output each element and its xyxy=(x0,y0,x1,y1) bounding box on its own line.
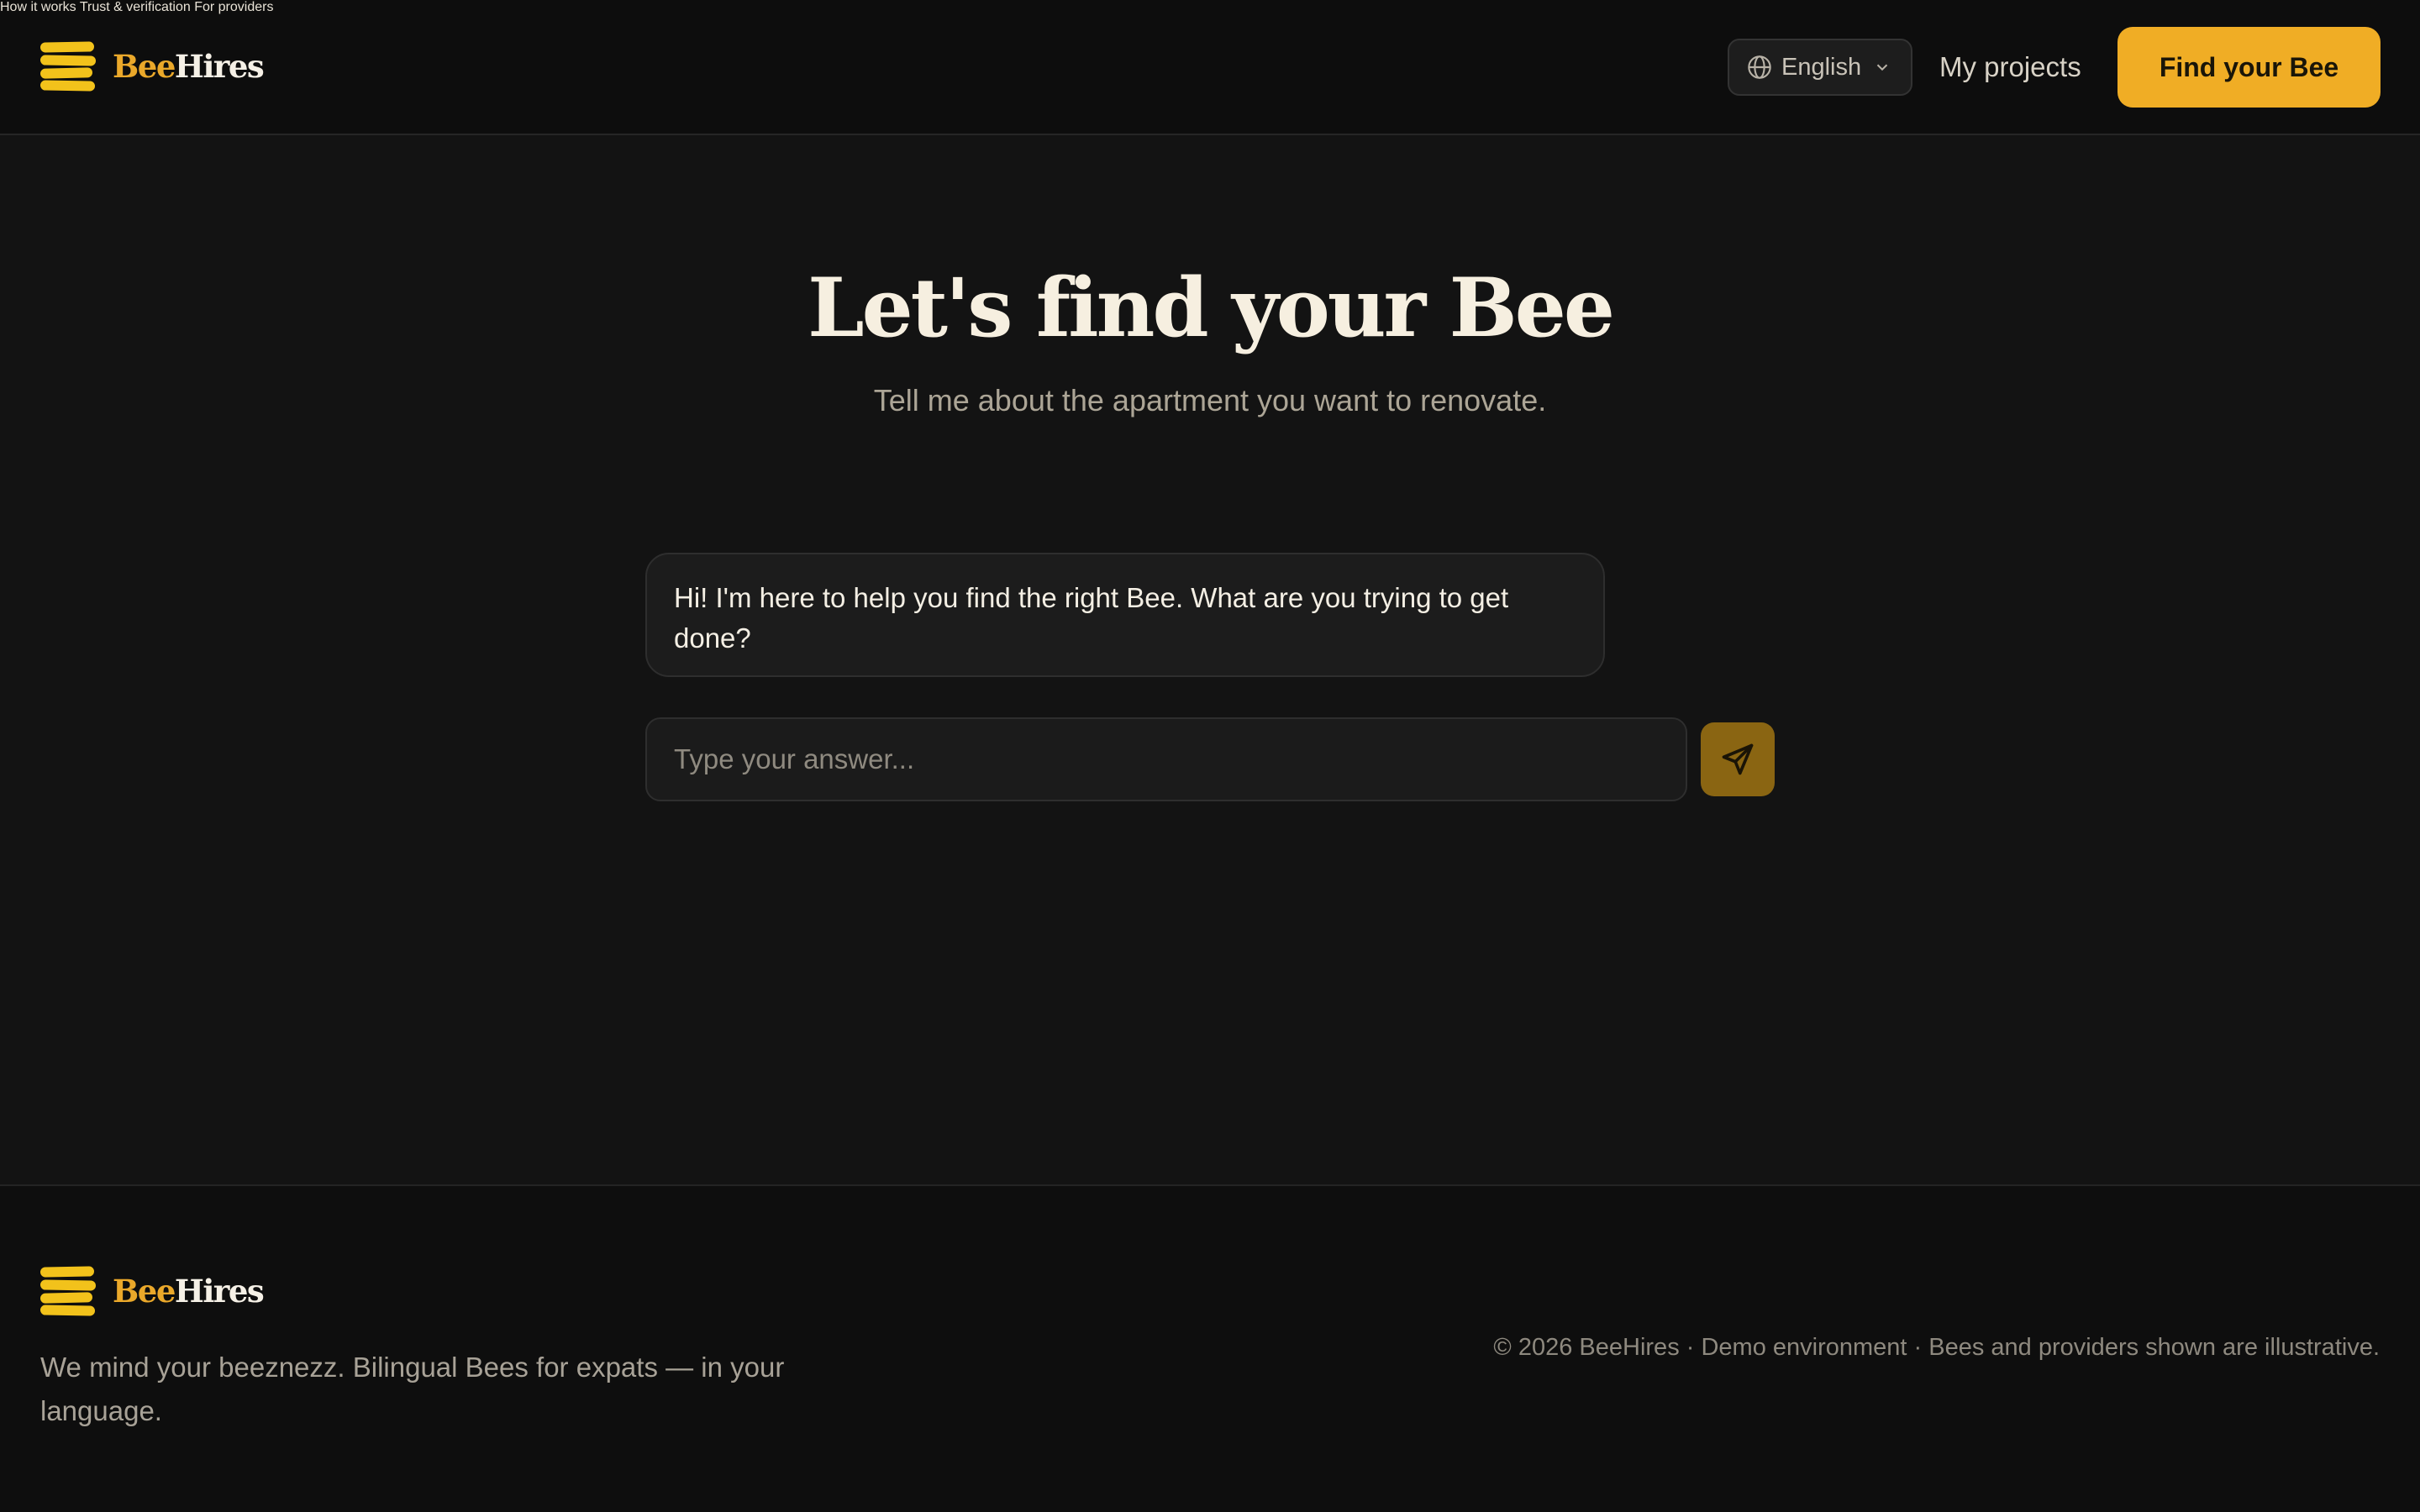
nav-trust-verification[interactable]: Trust & verification xyxy=(80,0,191,14)
main-nav: How it works Trust & verification For pr… xyxy=(0,0,2420,15)
bee-stripes-icon xyxy=(39,1266,97,1316)
language-selector[interactable]: English xyxy=(1728,39,1912,96)
brand-name-bee: Bee xyxy=(113,1273,176,1310)
send-button[interactable] xyxy=(1701,722,1775,796)
globe-icon xyxy=(1748,55,1771,79)
chevron-down-icon xyxy=(1876,64,1888,71)
footer-logo[interactable]: BeeHires xyxy=(39,1266,265,1316)
answer-input[interactable] xyxy=(645,717,1687,801)
brand-name-hires: Hires xyxy=(174,1273,265,1310)
footer-tagline: We mind your beeznezz. Bilingual Bees fo… xyxy=(40,1352,785,1426)
find-your-bee-button[interactable]: Find your Bee xyxy=(2118,27,2381,108)
brand-name-bee: Bee xyxy=(113,48,176,85)
assistant-message: Hi! I'm here to help you find the right … xyxy=(645,553,1605,677)
page-subtitle: Tell me about the apartment you want to … xyxy=(873,383,1547,417)
language-label: English xyxy=(1781,53,1862,81)
page-title: Let's find your Bee xyxy=(808,260,1615,355)
footer-copyright: © 2026 BeeHires · Demo environment · Bee… xyxy=(1493,1334,2380,1361)
send-icon xyxy=(1722,743,1754,775)
brand-name-hires: Hires xyxy=(174,48,265,85)
site-footer: BeeHires We mind your beeznezz. Bilingua… xyxy=(0,1184,2420,1512)
site-header: BeeHires How it works Trust & verificati… xyxy=(0,0,2420,135)
my-projects-link[interactable]: My projects xyxy=(1939,51,2081,83)
brand-name: BeeHires xyxy=(113,1273,265,1310)
bee-stripes-icon xyxy=(39,41,97,92)
brand-name: BeeHires xyxy=(113,48,265,85)
header-logo[interactable]: BeeHires xyxy=(39,41,265,92)
nav-how-it-works[interactable]: How it works xyxy=(0,0,76,14)
nav-for-providers[interactable]: For providers xyxy=(194,0,273,14)
